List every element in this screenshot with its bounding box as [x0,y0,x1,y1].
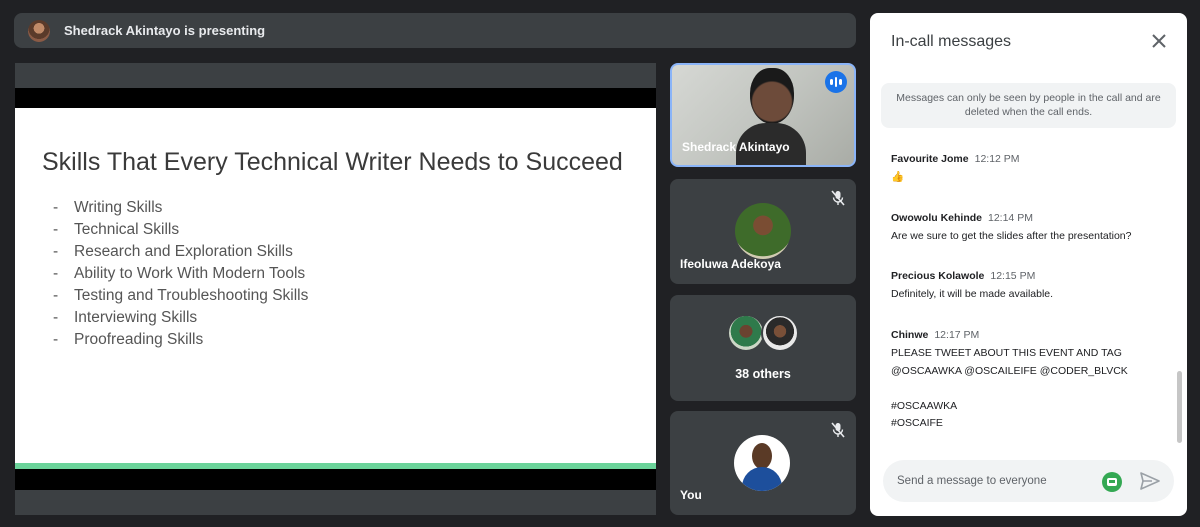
panel-title: In-call messages [891,33,1012,50]
message-sender: Chinwe [891,329,929,341]
slide-bullet: - Interviewing Skills [53,309,198,326]
self-avatar [734,435,790,491]
participant-avatar [727,314,765,352]
send-icon[interactable] [1140,472,1160,490]
slide-bullet: - Writing Skills [53,199,163,216]
message-sender: Precious Kolawole [891,270,985,282]
privacy-notice: Messages can only be seen by people in t… [881,83,1176,128]
message-time: 12:17 PM [934,329,980,341]
slide-bullet: - Proofreading Skills [53,331,204,348]
chat-message: Owowolu Kehinde 12:14 PM Are we sure to g… [891,208,1161,246]
bot-icon[interactable] [1102,472,1122,492]
letterbox-bottom [15,469,656,490]
message-body: Definitely, it will be made available. [891,288,1054,300]
participant-name: Shedrack Akintayo [682,140,790,154]
slide: Skills That Every Technical Writer Needs… [15,108,656,465]
participant-tile-others[interactable]: 38 others [670,295,856,401]
message-time: 12:15 PM [990,270,1036,282]
presenter-avatar [28,19,50,42]
chat-message: Precious Kolawole 12:15 PM Definitely, it… [891,266,1161,304]
message-body: 👍 [891,171,905,183]
presenting-text: Shedrack Akintayo is presenting [64,23,266,38]
participant-avatar [761,314,799,352]
presentation-stage[interactable]: Skills That Every Technical Writer Needs… [15,63,656,515]
participant-avatar [735,203,791,259]
close-icon[interactable] [1149,31,1169,51]
in-call-messages-panel: In-call messages Messages can only be se… [870,13,1187,516]
message-sender: Owowolu Kehinde [891,212,982,224]
slide-bullet-list: - Writing Skills - Technical Skills - Resea… [53,197,308,351]
message-composer [883,460,1174,502]
slide-bullet: - Research and Exploration Skills [53,243,293,260]
chat-scrollbar[interactable] [1177,371,1182,443]
slide-bullet: - Testing and Troubleshooting Skills [53,287,309,304]
participant-name: You [680,488,702,502]
others-count: 38 others [735,367,791,381]
mic-off-icon [831,422,845,438]
slide-bullet: - Technical Skills [53,221,180,238]
participant-tile-presenter[interactable]: Shedrack Akintayo [670,63,856,167]
message-time: 12:14 PM [988,212,1033,224]
message-body: PLEASE TWEET ABOUT THIS EVENT AND TAG @O… [891,347,1128,429]
chat-message: Chinwe 12:17 PM PLEASE TWEET ABOUT THIS E… [891,325,1161,433]
slide-bullet: - Ability to Work With Modern Tools [53,265,306,282]
participant-tile-self[interactable]: You [670,411,856,515]
presenting-banner: Shedrack Akintayo is presenting [14,13,856,48]
speaking-indicator-icon [825,71,847,93]
message-sender: Favourite Jome [891,153,969,165]
mic-off-icon [831,190,845,206]
chat-message: Favourite Jome 12:12 PM 👍 [891,149,1161,187]
slide-title: Skills That Every Technical Writer Needs… [42,148,623,176]
message-input[interactable] [897,471,1097,491]
letterbox-top [15,88,656,108]
participant-name: Ifeoluwa Adekoya [680,257,781,271]
message-body: Are we sure to get the slides after the … [891,230,1132,242]
message-time: 12:12 PM [974,153,1020,165]
participant-tile-ifeoluwa[interactable]: Ifeoluwa Adekoya [670,179,856,284]
